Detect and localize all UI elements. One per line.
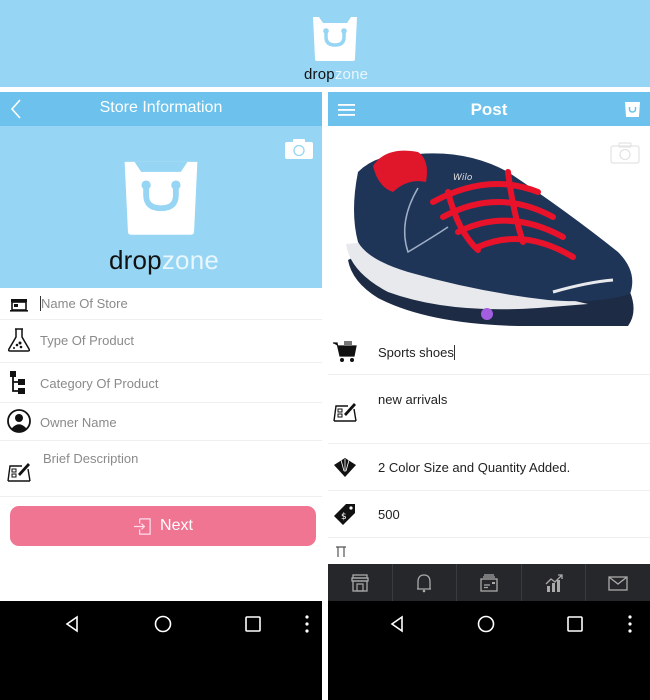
type-of-product-field[interactable]: Type Of Product: [0, 320, 322, 363]
hierarchy-icon: [10, 371, 25, 394]
shopping-bag-icon[interactable]: [624, 101, 641, 118]
page-title: Store Information: [99, 99, 223, 116]
nav-recents-icon[interactable]: [243, 614, 263, 634]
next-button[interactable]: Next: [10, 506, 316, 546]
store-name-placeholder: Name Of Store: [41, 296, 128, 311]
camera-icon[interactable]: [610, 142, 640, 164]
type-of-product-placeholder: Type Of Product: [40, 333, 134, 348]
edit-form-icon: [7, 463, 31, 482]
tab-store[interactable]: [328, 564, 393, 601]
price-value: 500: [378, 507, 400, 522]
bottom-tab-bar: [328, 564, 650, 601]
price-tag-icon: $: [334, 504, 355, 525]
nav-home-icon[interactable]: [153, 614, 173, 634]
store-logo-area[interactable]: dropzone: [0, 126, 322, 288]
app-bar: Store Information: [0, 92, 322, 126]
logo-text: dropzone: [304, 66, 369, 83]
tab-messages[interactable]: [586, 564, 650, 601]
camera-icon[interactable]: [284, 138, 314, 160]
product-name-field[interactable]: Sports shoes: [328, 329, 650, 375]
sign-in-icon: [133, 517, 151, 535]
logo-text: dropzone: [109, 245, 220, 275]
size-field[interactable]: [328, 538, 650, 564]
next-label: Next: [160, 517, 193, 534]
mail-icon: [608, 575, 628, 591]
owner-name-field[interactable]: Owner Name: [0, 403, 322, 441]
description-value: new arrivals: [378, 392, 448, 407]
tab-notifications[interactable]: [393, 564, 458, 601]
color-size-quantity-field[interactable]: 2 Color Size and Quantity Added.: [328, 444, 650, 491]
nav-back-icon[interactable]: [62, 614, 82, 634]
top-banner: dropzone: [0, 0, 650, 87]
nav-more-icon[interactable]: [620, 614, 640, 634]
page-title: Post: [470, 100, 508, 119]
tab-analytics[interactable]: [522, 564, 587, 601]
wallet-icon: [480, 573, 498, 592]
category-of-product-placeholder: Category Of Product: [40, 376, 159, 391]
android-nav-bar: [0, 601, 322, 700]
nav-back-icon[interactable]: [387, 614, 407, 634]
svg-text:$: $: [341, 512, 347, 522]
app-bar: Post: [328, 92, 650, 126]
brief-description-placeholder: Brief Description: [43, 451, 139, 466]
store-name-field[interactable]: Name Of Store: [0, 288, 322, 320]
flask-icon: [7, 328, 31, 352]
nav-more-icon[interactable]: [297, 614, 317, 634]
category-of-product-field[interactable]: Category Of Product: [0, 363, 322, 403]
color-swatch-icon: [334, 458, 356, 477]
cart-icon: [333, 341, 357, 362]
product-photo[interactable]: Wilo: [328, 126, 650, 329]
bell-icon: [417, 573, 432, 592]
sports-shoe-image: Wilo: [346, 150, 634, 326]
store-information-screen: Store Information dropzone Name Of Store…: [0, 92, 322, 700]
shopping-bag-logo-icon: [313, 17, 357, 61]
edit-form-icon: [333, 403, 357, 422]
owner-name-placeholder: Owner Name: [40, 415, 117, 430]
text-cursor: [453, 345, 455, 360]
nav-recents-icon[interactable]: [565, 614, 585, 634]
color-size-quantity-value: 2 Color Size and Quantity Added.: [378, 460, 571, 475]
svg-text:Wilo: Wilo: [453, 173, 473, 183]
size-icon: [336, 546, 346, 557]
brief-description-field[interactable]: Brief Description: [0, 441, 322, 497]
image-indicator-dot[interactable]: [481, 308, 493, 320]
post-screen: Post Wilo Sports shoes new arrivals 2 Co…: [328, 92, 650, 700]
store-icon: [10, 299, 28, 312]
product-name-value: Sports shoes: [378, 345, 454, 360]
chart-icon: [545, 573, 563, 592]
nav-home-icon[interactable]: [476, 614, 496, 634]
store-icon: [351, 573, 369, 592]
android-nav-bar: [328, 601, 650, 700]
shopping-bag-logo-icon: [124, 161, 198, 235]
tab-wallet[interactable]: [457, 564, 522, 601]
description-field[interactable]: new arrivals: [328, 375, 650, 444]
price-field[interactable]: $ 500: [328, 491, 650, 538]
user-icon: [7, 409, 31, 433]
